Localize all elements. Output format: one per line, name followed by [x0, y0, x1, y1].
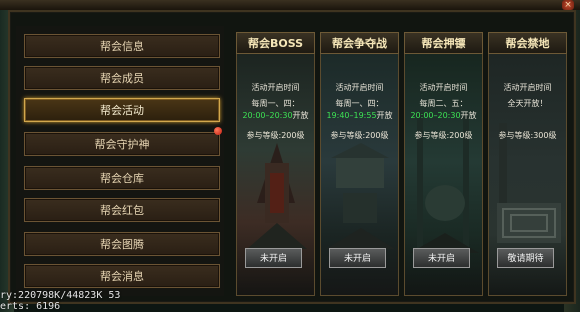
not-started-button[interactable]: 未开启 [413, 248, 470, 268]
time-suffix: 开放 [376, 111, 393, 120]
time-range: 20:00–20:30 [242, 111, 293, 120]
card-days-escort: 每周二、五： [419, 99, 468, 108]
window-top-bar: × [0, 0, 580, 10]
coming-soon-button[interactable]: 敬请期待 [497, 248, 554, 268]
close-button[interactable]: × [562, 0, 574, 10]
card-level-boss: 参与等级:200级 [246, 131, 305, 140]
card-days-war: 每周一、四： [335, 99, 384, 108]
time-suffix: 开放 [292, 111, 309, 120]
debug-verts-text: erts: 6196 [0, 301, 61, 312]
card-title-forbidden-land: 帮会禁地 [488, 32, 567, 54]
sidebar-item-guild-red-packet[interactable]: 帮会红包 [24, 198, 220, 222]
sidebar-item-guild-guardian[interactable]: 帮会守护神 [24, 132, 220, 156]
card-level-forbidden-land: 参与等级:300级 [498, 131, 557, 140]
card-level-escort: 参与等级:200级 [414, 131, 473, 140]
sidebar-item-guild-activities[interactable]: 帮会活动 [24, 98, 220, 122]
card-days-boss: 每周一、四： [251, 99, 300, 108]
card-title-escort: 帮会押镖 [404, 32, 483, 54]
sidebar-item-guild-messages[interactable]: 帮会消息 [24, 264, 220, 288]
card-time-boss: 20:00–20:30开放 [236, 110, 315, 121]
card-title-boss: 帮会BOSS [236, 32, 315, 54]
time-suffix: 开放 [460, 111, 477, 120]
card-title-war: 帮会争夺战 [320, 32, 399, 54]
card-open-label-escort: 活动开启时间 [419, 83, 468, 92]
sidebar-item-guild-totem[interactable]: 帮会图腾 [24, 232, 220, 256]
card-open-label-boss: 活动开启时间 [251, 83, 300, 92]
card-time-war: 19:40–19:55开放 [320, 110, 399, 121]
activity-cards: 帮会BOSS 活动开启时间 每周一、四： 20:00–20:30开放 参与等级:… [230, 26, 567, 296]
card-days-forbidden-land: 全天开放！ [507, 99, 548, 108]
notification-badge [214, 127, 222, 135]
card-time-escort: 20:00–20:30开放 [404, 110, 483, 121]
not-started-button[interactable]: 未开启 [329, 248, 386, 268]
sidebar-item-guild-info[interactable]: 帮会信息 [24, 34, 220, 58]
time-range: 20:00–20:30 [410, 111, 461, 120]
debug-memory-text: ry:220798K/44823K 53 [0, 290, 121, 301]
sidebar-item-guild-warehouse[interactable]: 帮会仓库 [24, 166, 220, 190]
not-started-button[interactable]: 未开启 [245, 248, 302, 268]
card-level-war: 参与等级:200级 [330, 131, 389, 140]
card-open-label-forbidden-land: 活动开启时间 [503, 83, 552, 92]
card-open-label-war: 活动开启时间 [335, 83, 384, 92]
time-range: 19:40–19:55 [326, 111, 377, 120]
sidebar-item-guild-members[interactable]: 帮会成员 [24, 66, 220, 90]
